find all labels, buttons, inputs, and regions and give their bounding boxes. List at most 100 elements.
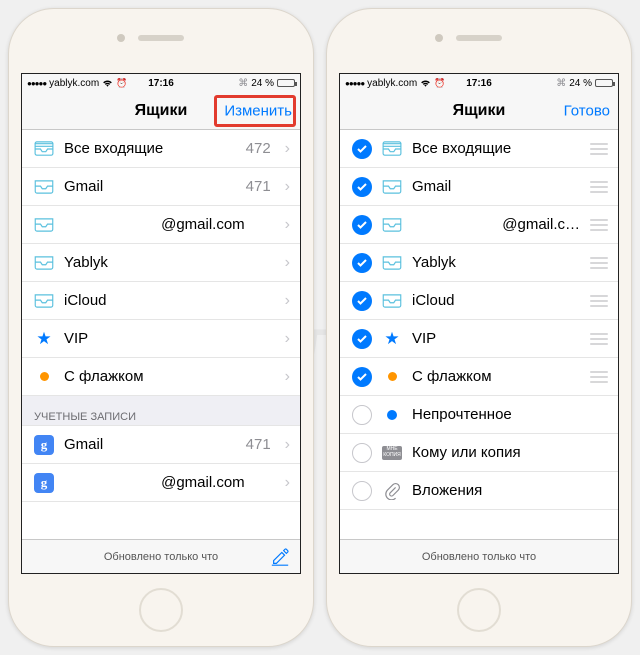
- inbox-all-icon: [34, 139, 54, 159]
- chevron-right-icon: ›: [285, 292, 290, 310]
- drag-handle-icon[interactable]: [590, 371, 608, 383]
- phone-speaker: [456, 35, 502, 41]
- mailbox-count: 471: [246, 178, 271, 195]
- edit-row[interactable]: iCloud: [340, 282, 618, 320]
- signal-dots-icon: ●●●●●: [345, 79, 364, 88]
- edit-row[interactable]: Yablyk: [340, 244, 618, 282]
- carrier-label: yablyk.com: [367, 78, 417, 89]
- edit-row[interactable]: МНЕКОПИЯ Кому или копия: [340, 434, 618, 472]
- account-count: 471: [246, 436, 271, 453]
- inbox-icon: [34, 253, 54, 273]
- attachment-icon: [382, 481, 402, 501]
- inbox-icon: [382, 177, 402, 197]
- mailbox-label: Yablyk: [412, 254, 580, 271]
- drag-handle-icon[interactable]: [590, 295, 608, 307]
- chevron-right-icon: ›: [285, 474, 290, 492]
- done-button[interactable]: Готово: [564, 102, 610, 119]
- account-label: @gmail.com: [64, 474, 275, 491]
- edit-row[interactable]: Gmail: [340, 168, 618, 206]
- mailbox-edit-list: Все входящие Gmail @gmail.c… Yablyk: [340, 130, 618, 539]
- mailbox-label: VIP: [64, 330, 275, 347]
- unread-icon: [382, 405, 402, 425]
- to-cc-icon: МНЕКОПИЯ: [382, 443, 402, 463]
- mailbox-label: iCloud: [412, 292, 580, 309]
- mailbox-label: Кому или копия: [412, 444, 608, 461]
- edit-row[interactable]: @gmail.c…: [340, 206, 618, 244]
- mailbox-label: С флажком: [412, 368, 580, 385]
- account-row[interactable]: g Gmail 471 ›: [22, 426, 300, 464]
- mailbox-row[interactable]: Yablyk ›: [22, 244, 300, 282]
- edit-row[interactable]: С флажком: [340, 358, 618, 396]
- chevron-right-icon: ›: [285, 216, 290, 234]
- mailbox-label: С флажком: [64, 368, 275, 385]
- inbox-all-icon: [382, 139, 402, 159]
- chevron-right-icon: ›: [285, 330, 290, 348]
- mailbox-row[interactable]: ★ VIP ›: [22, 320, 300, 358]
- inbox-icon: [34, 177, 54, 197]
- section-header-accounts: УЧЕТНЫЕ ЗАПИСИ: [22, 396, 300, 426]
- carrier-label: yablyk.com: [49, 78, 99, 89]
- mailbox-label: @gmail.c…: [412, 216, 580, 233]
- mailbox-count: 472: [246, 140, 271, 157]
- phone-frame-right: ●●●●● yablyk.com ⏰ 17:16 ⌘ 24 % Ящики Го…: [326, 8, 632, 647]
- flag-icon: [34, 367, 54, 387]
- screen-right: ●●●●● yablyk.com ⏰ 17:16 ⌘ 24 % Ящики Го…: [339, 73, 619, 574]
- phone-speaker: [138, 35, 184, 41]
- checkbox-checked[interactable]: [352, 291, 372, 311]
- nav-title: Ящики: [135, 102, 188, 120]
- checkbox-checked[interactable]: [352, 367, 372, 387]
- chevron-right-icon: ›: [285, 254, 290, 272]
- battery-icon: [595, 79, 613, 87]
- nav-bar: Ящики Готово: [340, 92, 618, 130]
- drag-handle-icon[interactable]: [590, 143, 608, 155]
- checkbox-checked[interactable]: [352, 177, 372, 197]
- status-text: Обновлено только что: [422, 551, 536, 563]
- inbox-icon: [382, 253, 402, 273]
- edit-row[interactable]: ★ VIP: [340, 320, 618, 358]
- checkbox-unchecked[interactable]: [352, 443, 372, 463]
- checkbox-checked[interactable]: [352, 253, 372, 273]
- star-icon: ★: [382, 329, 402, 349]
- compose-button[interactable]: [270, 547, 290, 567]
- inbox-icon: [382, 291, 402, 311]
- checkbox-unchecked[interactable]: [352, 405, 372, 425]
- mailbox-row[interactable]: Gmail 471 ›: [22, 168, 300, 206]
- edit-row[interactable]: Непрочтенное: [340, 396, 618, 434]
- drag-handle-icon[interactable]: [590, 333, 608, 345]
- inbox-icon: [382, 215, 402, 235]
- home-button[interactable]: [139, 588, 183, 632]
- star-icon: ★: [34, 329, 54, 349]
- battery-percent: 24 %: [569, 78, 592, 89]
- checkbox-unchecked[interactable]: [352, 481, 372, 501]
- mailbox-label: iCloud: [64, 292, 275, 309]
- mailbox-row[interactable]: iCloud ›: [22, 282, 300, 320]
- account-label: Gmail: [64, 436, 236, 453]
- drag-handle-icon[interactable]: [590, 219, 608, 231]
- drag-handle-icon[interactable]: [590, 257, 608, 269]
- status-bar: ●●●●● yablyk.com ⏰ 17:16 ⌘ 24 %: [340, 74, 618, 92]
- inbox-icon: [34, 291, 54, 311]
- drag-handle-icon[interactable]: [590, 181, 608, 193]
- edit-row[interactable]: Все входящие: [340, 130, 618, 168]
- alarm-icon: ⏰: [116, 78, 127, 89]
- mailbox-row[interactable]: @gmail.com ›: [22, 206, 300, 244]
- mailbox-row[interactable]: С флажком ›: [22, 358, 300, 396]
- phone-camera: [435, 34, 443, 42]
- edit-row[interactable]: Вложения: [340, 472, 618, 510]
- home-button[interactable]: [457, 588, 501, 632]
- checkbox-checked[interactable]: [352, 139, 372, 159]
- clock-label: 17:16: [148, 78, 174, 89]
- account-row[interactable]: g @gmail.com ›: [22, 464, 300, 502]
- mailbox-label: Вложения: [412, 482, 608, 499]
- wifi-icon: [420, 79, 431, 88]
- mailbox-row[interactable]: Все входящие 472 ›: [22, 130, 300, 168]
- inbox-icon: [34, 215, 54, 235]
- checkbox-checked[interactable]: [352, 215, 372, 235]
- nav-bar: Ящики Изменить: [22, 92, 300, 130]
- mailbox-label: Непрочтенное: [412, 406, 608, 423]
- toolbar: Обновлено только что: [22, 539, 300, 573]
- annotation-highlight: [214, 95, 296, 127]
- checkbox-checked[interactable]: [352, 329, 372, 349]
- screen-left: ●●●●● yablyk.com ⏰ 17:16 ⌘ 24 % Ящики Из…: [21, 73, 301, 574]
- flag-icon: [382, 367, 402, 387]
